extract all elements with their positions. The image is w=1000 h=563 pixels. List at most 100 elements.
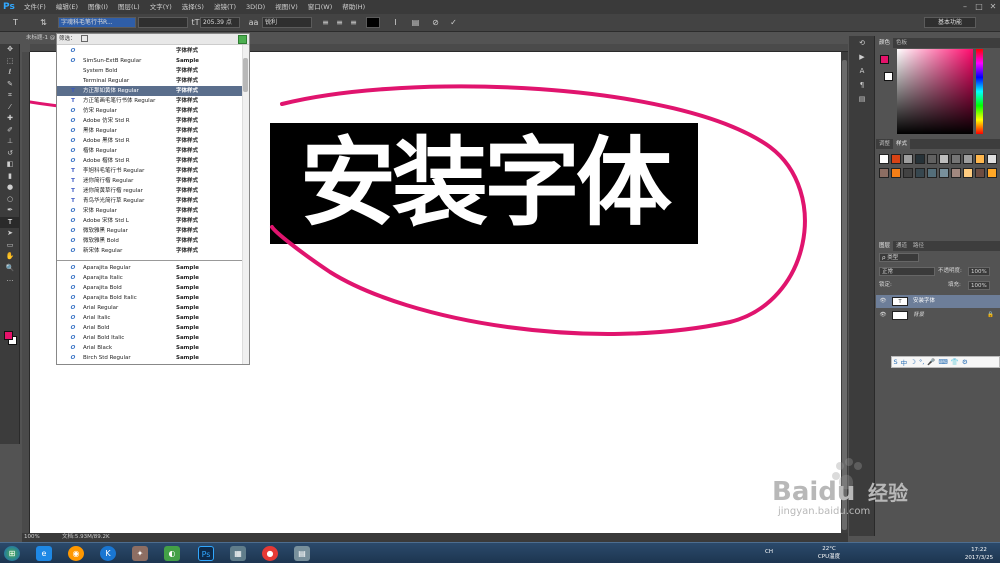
ime-item[interactable]: S: [892, 358, 899, 366]
font-size-input[interactable]: 205.39 点: [200, 17, 240, 28]
eyedropper-tool-icon[interactable]: ⁄: [0, 102, 20, 114]
tab-paths[interactable]: 路径: [910, 241, 927, 251]
gradient-tool-icon[interactable]: ▮: [0, 171, 20, 183]
tab-color[interactable]: 颜色: [876, 38, 894, 48]
quick-select-tool-icon[interactable]: ✎: [0, 79, 20, 91]
maximize-icon[interactable]: □: [972, 2, 986, 12]
commit-edit-icon[interactable]: ✓: [448, 17, 459, 28]
start-button-icon[interactable]: ⊞: [4, 546, 20, 561]
paragraph-icon[interactable]: ¶: [849, 78, 875, 92]
style-swatch[interactable]: [963, 154, 973, 164]
font-list-item[interactable]: O Adobe 宋体 Std L 字体样式: [57, 216, 242, 226]
align-center-icon[interactable]: ≡: [334, 17, 345, 28]
color-background-swatch[interactable]: [884, 72, 893, 81]
font-list-item[interactable]: T 方正笔画毛笔行书体 Regular 字体样式: [57, 96, 242, 106]
menu-item[interactable]: 选择(S): [177, 0, 209, 14]
font-list-item[interactable]: O Birch Std Regular Sample: [57, 353, 242, 363]
menu-item[interactable]: 图层(L): [113, 0, 145, 14]
font-list-item[interactable]: O Aparajita Bold Italic Sample: [57, 293, 242, 303]
type-tool-icon[interactable]: T: [0, 216, 20, 228]
style-swatch[interactable]: [903, 168, 913, 178]
font-list-item[interactable]: O Adobe 黑体 Std R 字体样式: [57, 136, 242, 146]
tab-swatches[interactable]: 色板: [893, 38, 910, 48]
style-swatch[interactable]: [915, 154, 925, 164]
style-swatch[interactable]: [927, 168, 937, 178]
style-swatch[interactable]: [915, 168, 925, 178]
ime-item[interactable]: °,: [917, 358, 925, 366]
tab-adjustments[interactable]: 调整: [876, 139, 893, 149]
style-swatch[interactable]: [963, 168, 973, 178]
more-tools-icon[interactable]: …: [0, 274, 20, 286]
font-list-item[interactable]: O 微软雅黑 Bold 字体样式: [57, 236, 242, 246]
zoom-level[interactable]: 100%: [24, 533, 40, 542]
dropdown-toggle-icon[interactable]: [238, 35, 247, 44]
text-color-swatch[interactable]: [366, 17, 380, 28]
language-indicator[interactable]: CH: [765, 549, 773, 555]
layer-filter-select[interactable]: ρ 类型: [879, 253, 919, 262]
font-list-item[interactable]: T 李旭科毛笔行书 Regular 字体样式: [57, 166, 242, 176]
tab-channels[interactable]: 通道: [893, 241, 910, 251]
properties-icon[interactable]: ▤: [849, 92, 875, 106]
font-list-item[interactable]: T 方正那如黄体 Regular 字体样式: [57, 86, 242, 96]
blur-tool-icon[interactable]: ●: [0, 182, 20, 194]
menu-item[interactable]: 视图(V): [270, 0, 303, 14]
font-list-item[interactable]: O 字体样式: [57, 46, 242, 56]
font-list-item[interactable]: O Arial Italic Sample: [57, 313, 242, 323]
font-list-item[interactable]: O Arial Bold Italic Sample: [57, 333, 242, 343]
font-list-scroll-thumb[interactable]: [243, 58, 248, 92]
ime-item[interactable]: ☽: [909, 358, 918, 366]
actions-icon[interactable]: ▶: [849, 50, 875, 64]
font-list-item[interactable]: System Bold 字体样式: [57, 66, 242, 76]
minimize-icon[interactable]: –: [958, 2, 972, 12]
align-right-icon[interactable]: ≡: [348, 17, 359, 28]
ruler-vertical[interactable]: [22, 52, 30, 533]
eye-icon[interactable]: 👁: [879, 295, 887, 308]
hue-slider[interactable]: [976, 49, 983, 134]
path-select-tool-icon[interactable]: ➤: [0, 228, 20, 240]
character-panel-icon[interactable]: ▤: [410, 17, 421, 28]
style-swatch[interactable]: [951, 168, 961, 178]
ie-icon[interactable]: e: [36, 546, 52, 561]
ime-item[interactable]: 👕: [949, 358, 960, 366]
font-dropdown[interactable]: 筛选： O 字体样式 O SimSun-ExtB Regular Sample Syste…: [56, 33, 250, 365]
foreground-color-swatch[interactable]: [4, 331, 13, 340]
align-left-icon[interactable]: ≡: [320, 17, 331, 28]
pen-tool-icon[interactable]: ✒: [0, 205, 20, 217]
crop-tool-icon[interactable]: ⌗: [0, 90, 20, 102]
tab-layers[interactable]: 图层: [876, 241, 894, 251]
font-list-item[interactable]: O SimSun-ExtB Regular Sample: [57, 56, 242, 66]
photoshop-taskbar-icon[interactable]: Ps: [198, 546, 214, 561]
warp-text-icon[interactable]: Ⅰ: [390, 17, 401, 28]
opacity-input[interactable]: 100%: [968, 267, 990, 276]
k-app-icon[interactable]: K: [100, 546, 116, 561]
character-icon[interactable]: A: [849, 64, 875, 78]
cancel-edit-icon[interactable]: ⊘: [430, 17, 441, 28]
style-swatch[interactable]: [879, 154, 889, 164]
game-app-icon[interactable]: ✦: [132, 546, 148, 561]
style-swatch[interactable]: [891, 154, 901, 164]
font-list-item[interactable]: T 迷你简行楷 Regular 字体样式: [57, 176, 242, 186]
style-swatch[interactable]: [903, 154, 913, 164]
menu-item[interactable]: 帮助(H): [337, 0, 370, 14]
eye-icon[interactable]: 👁: [879, 309, 887, 322]
document-tab[interactable]: 未标题-1 @: [24, 33, 60, 43]
folder-app-icon[interactable]: ▤: [294, 546, 310, 561]
font-list-item[interactable]: O 新宋体 Regular 字体样式: [57, 246, 242, 256]
zoom-tool-icon[interactable]: 🔍: [0, 263, 20, 275]
font-list-item[interactable]: O 黑体 Regular 字体样式: [57, 126, 242, 136]
healing-tool-icon[interactable]: ✚: [0, 113, 20, 125]
close-icon[interactable]: ✕: [986, 2, 1000, 12]
menu-item[interactable]: 滤镜(T): [209, 0, 241, 14]
layer-row-text[interactable]: 👁 T 安装字体: [876, 295, 1000, 308]
browser-app-icon[interactable]: ◐: [164, 546, 180, 561]
font-style-select[interactable]: [138, 17, 188, 28]
font-list-scrollbar[interactable]: [242, 45, 249, 364]
dodge-tool-icon[interactable]: ○: [0, 194, 20, 206]
move-tool-icon[interactable]: ✥: [0, 44, 20, 56]
font-list-item[interactable]: O Arial Black Sample: [57, 343, 242, 353]
color-foreground-swatch[interactable]: [880, 55, 889, 64]
eraser-tool-icon[interactable]: ◧: [0, 159, 20, 171]
blend-mode-select[interactable]: 正常: [879, 267, 935, 276]
style-swatch[interactable]: [939, 154, 949, 164]
font-list-item[interactable]: O 楷体 Regular 字体样式: [57, 146, 242, 156]
